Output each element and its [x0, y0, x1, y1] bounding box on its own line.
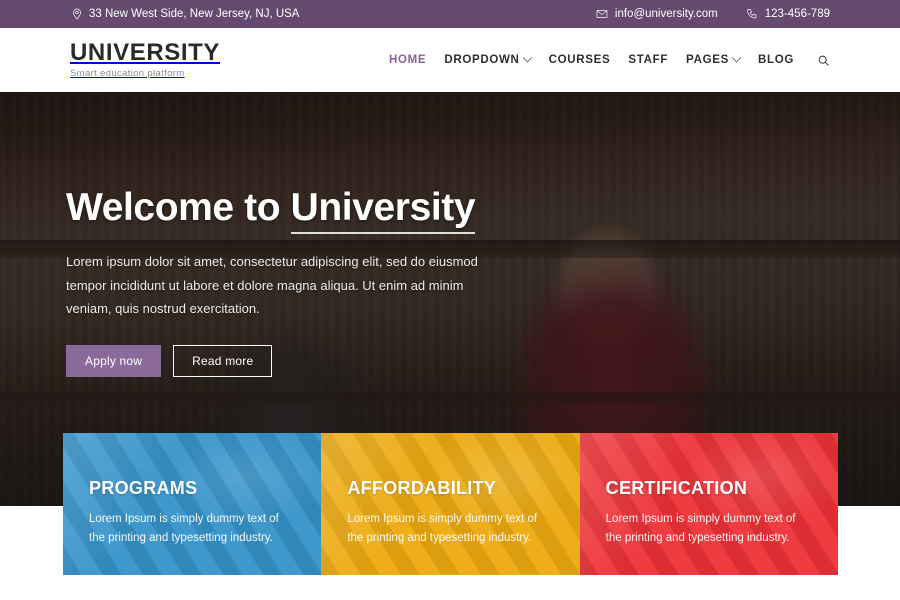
nav-label: COURSES [548, 54, 611, 66]
card-title: CERTIFICATION [605, 478, 748, 498]
nav-item-pages[interactable]: PAGES [677, 52, 749, 66]
brand-title: UNIVERSITY [70, 39, 221, 67]
card-title: AFFORDABILITY [347, 478, 497, 498]
feature-cards: PROGRAMS Lorem Ipsum is simply dummy tex… [63, 433, 838, 575]
hero-title-highlight: University [290, 186, 476, 234]
address-text: 33 New West Side, New Jersey, NJ, USA [89, 8, 300, 20]
hero-paragraph: Lorem ipsum dolor sit amet, consectetur … [66, 254, 478, 317]
topbar-address: 33 New West Side, New Jersey, NJ, USA [70, 8, 299, 21]
top-info-bar: 33 New West Side, New Jersey, NJ, USA in… [0, 0, 900, 28]
location-pin-icon [70, 8, 83, 21]
card-text: Lorem Ipsum is simply dummy text of the … [347, 513, 538, 545]
read-more-button[interactable]: Read more [173, 345, 273, 378]
phone-icon [746, 8, 759, 21]
nav-label: STAFF [628, 54, 669, 66]
nav-label: BLOG [757, 54, 794, 66]
chevron-down-icon [731, 52, 742, 63]
nav-label: HOME [389, 54, 427, 66]
apply-now-button[interactable]: Apply now [66, 345, 162, 378]
search-icon[interactable] [803, 54, 830, 67]
envelope-icon [596, 8, 609, 21]
nav-label: PAGES [686, 54, 729, 66]
nav-item-staff[interactable]: STAFF [619, 54, 677, 66]
site-logo[interactable]: UNIVERSITY Smart education platform [70, 41, 220, 79]
nav-item-home[interactable]: HOME [380, 54, 435, 66]
card-content: AFFORDABILITY Lorem Ipsum is simply dumm… [347, 478, 553, 548]
card-title: PROGRAMS [89, 478, 198, 498]
email-link[interactable]: info@university.com [596, 8, 718, 21]
hero-content: Welcome to University Lorem ipsum dolor … [0, 92, 560, 378]
feature-card-affordability[interactable]: AFFORDABILITY Lorem Ipsum is simply dumm… [321, 433, 580, 575]
nav-label: DROPDOWN [444, 54, 520, 66]
hero-button-group: Apply now Read more [66, 345, 490, 378]
feature-card-programs[interactable]: PROGRAMS Lorem Ipsum is simply dummy tex… [63, 433, 322, 575]
email-text: info@university.com [614, 8, 718, 20]
phone-link[interactable]: 123-456-789 [746, 8, 830, 21]
site-header: UNIVERSITY Smart education platform HOME… [0, 28, 900, 92]
page-root: 33 New West Side, New Jersey, NJ, USA in… [0, 0, 900, 600]
topbar-contacts: info@university.com 123-456-789 [596, 8, 830, 21]
nav-item-blog[interactable]: BLOG [749, 54, 803, 66]
main-navigation: HOME DROPDOWN COURSES STAFF PAGES BLOG [380, 52, 830, 67]
card-text: Lorem Ipsum is simply dummy text of the … [605, 513, 796, 545]
brand-subtitle: Smart education platform [70, 68, 185, 80]
card-text: Lorem Ipsum is simply dummy text of the … [89, 513, 279, 545]
chevron-down-icon [522, 52, 533, 63]
nav-item-dropdown[interactable]: DROPDOWN [435, 52, 539, 66]
nav-item-courses[interactable]: COURSES [540, 54, 620, 66]
phone-text: 123-456-789 [764, 8, 830, 20]
feature-card-certification[interactable]: CERTIFICATION Lorem Ipsum is simply dumm… [579, 433, 838, 575]
card-content: PROGRAMS Lorem Ipsum is simply dummy tex… [89, 478, 295, 548]
hero-title-prefix: Welcome to [66, 186, 291, 229]
card-content: CERTIFICATION Lorem Ipsum is simply dumm… [606, 478, 812, 548]
hero-title: Welcome to University [66, 186, 490, 234]
